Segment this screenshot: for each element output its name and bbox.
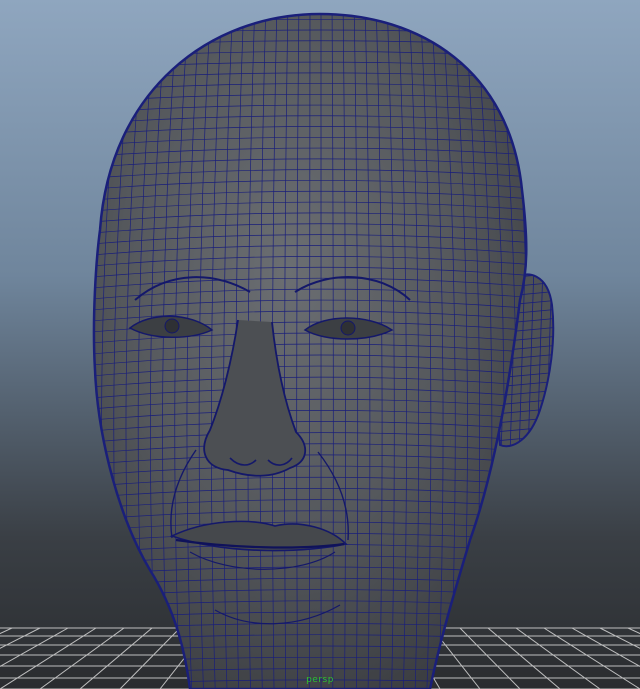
head-mesh[interactable] — [65, 0, 560, 689]
maya-viewport[interactable]: persp — [0, 0, 640, 689]
viewport-scene[interactable] — [0, 0, 640, 689]
camera-label: persp — [306, 675, 334, 685]
